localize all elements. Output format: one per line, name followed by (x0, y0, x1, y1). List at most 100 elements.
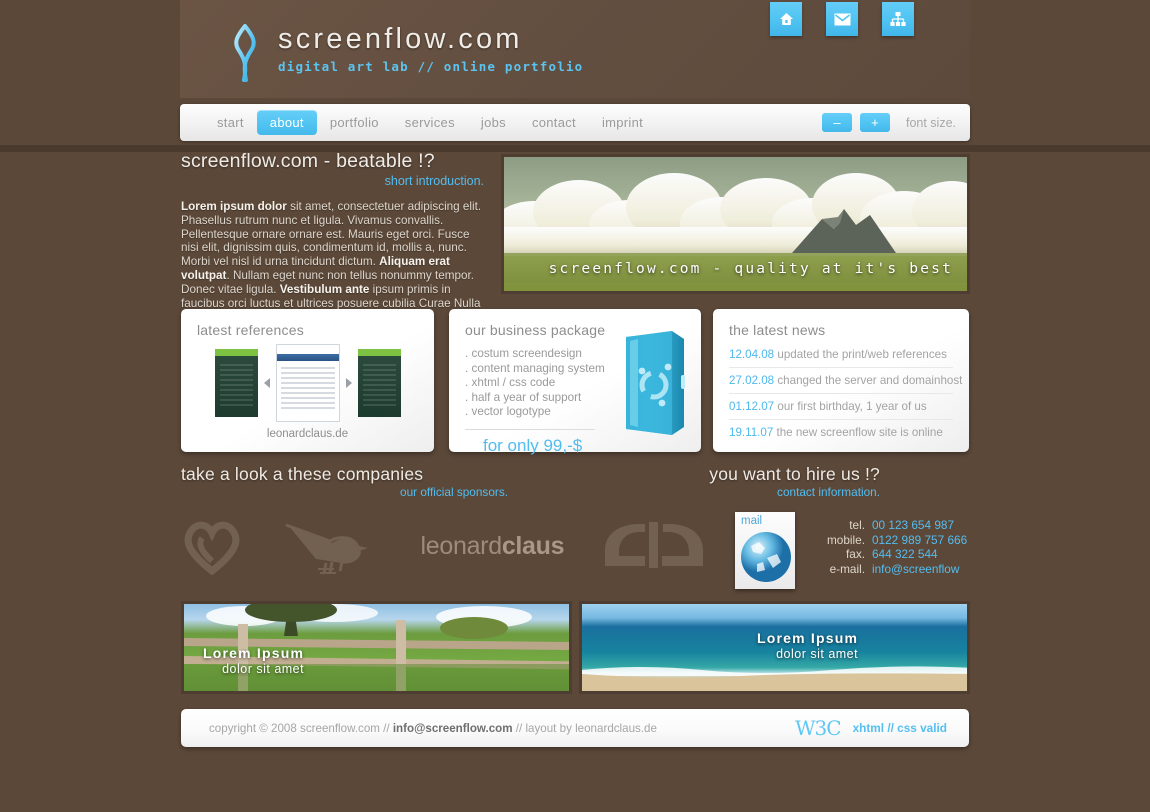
footer-email-link[interactable]: info@screenflow.com (393, 722, 513, 735)
site-logo[interactable]: screenflow.com digital art lab // online… (228, 22, 583, 82)
leonardclaus-logo[interactable]: leonardclaus (421, 532, 565, 561)
latest-news-panel: the latest news 12.04.08 updated the pri… (713, 309, 969, 452)
fence-field-photo[interactable]: Lorem Ipsum dolor sit amet (181, 601, 572, 694)
intro-bold-1: Lorem ipsum dolor (181, 200, 287, 213)
hero-caption: screenflow.com - quality at it's best (548, 261, 953, 277)
news-text: updated the print/web references (777, 348, 947, 361)
sponsor-logo-row: leonardclaus (181, 505, 711, 587)
software-box-icon (626, 331, 685, 435)
news-text: our first birthday, 1 year of us (777, 400, 927, 413)
footer-validation: W3C xhtml // css valid (795, 716, 969, 740)
logo-bold-part: claus (501, 531, 565, 560)
nav-item-portfolio[interactable]: portfolio (317, 110, 392, 135)
w3c-logo[interactable]: W3C (795, 716, 842, 740)
ribbon-icon (234, 24, 256, 82)
carousel-next-arrow-icon[interactable] (345, 378, 352, 388)
sponsors-title: take a look a these companies (181, 464, 424, 484)
header-divider (0, 145, 1150, 152)
logo-title: screenflow.com (278, 23, 523, 55)
news-item[interactable]: 12.04.08 updated the print/web reference… (729, 342, 953, 368)
contact-key: e-mail. (829, 561, 865, 576)
mail-card[interactable]: mail (735, 512, 795, 589)
reference-thumbnail[interactable] (214, 349, 258, 417)
reference-caption: leonardclaus.de (266, 428, 349, 440)
font-size-decrease-button[interactable]: – (821, 113, 852, 132)
news-item[interactable]: 27.02.08 changed the server and domainho… (729, 368, 962, 394)
nav-item-start[interactable]: start (204, 110, 257, 135)
contact-value: 00 123 654 987 (872, 518, 955, 532)
home-icon (779, 13, 793, 25)
photo-caption: Lorem Ipsum dolor sit amet (203, 645, 304, 676)
photo-title: Lorem Ipsum (757, 630, 859, 646)
page-footer: copyright © 2008 screenflow.com // info@… (181, 709, 969, 747)
validation-label[interactable]: xhtml // css valid (853, 721, 947, 735)
contact-key: tel. (849, 518, 865, 532)
news-date: 27.02.08 (729, 374, 775, 387)
news-title: the latest news (729, 322, 826, 338)
contact-email-link[interactable]: info@screenflow (872, 562, 975, 577)
news-date: 19.11.07 (729, 426, 774, 439)
intro-section: screenflow.com - beatable !? short intro… (181, 150, 486, 324)
sitemap-icon (890, 11, 906, 26)
contact-subtitle: contact information. (777, 485, 880, 499)
news-date: 01.12.07 (729, 400, 775, 413)
divider (465, 428, 595, 430)
contact-row: e-mail. info@screenflow (820, 562, 975, 577)
globe-icon (741, 532, 791, 582)
contact-heading: you want to hire us !? contact informati… (640, 464, 880, 499)
intro-bold-3: Vestibulum ante (279, 282, 370, 296)
home-icon-button[interactable] (770, 2, 802, 36)
mail-icon (834, 13, 850, 25)
contact-value: 0122 989 757 666 (872, 532, 968, 547)
header-icon-group (770, 2, 914, 36)
news-item[interactable]: 19.11.07 the new screenflow site is onli… (729, 420, 953, 445)
contact-row: tel. 00 123 654 987 (820, 518, 975, 533)
bird-logo-icon[interactable] (282, 517, 382, 575)
business-package-panel: our business package . costum screendesi… (449, 309, 701, 455)
references-title: latest references (197, 322, 304, 338)
deviantart-logo-icon[interactable] (603, 522, 711, 570)
photo-caption: Lorem Ipsum dolor sit amet (757, 630, 858, 661)
contact-value: 644 322 544 (872, 547, 938, 561)
nav-item-jobs[interactable]: jobs (468, 110, 519, 135)
contact-title: you want to hire us !? (709, 464, 880, 484)
sponsors-heading: take a look a these companies our offici… (181, 464, 508, 499)
contact-row: fax. 644 322 544 (820, 547, 975, 562)
nav-item-imprint[interactable]: imprint (589, 110, 656, 135)
photo-subtitle: dolor sit amet (776, 647, 859, 661)
reference-thumbnail-active[interactable] (275, 344, 340, 422)
contact-details: tel. 00 123 654 987 mobile. 0122 989 757… (820, 518, 975, 576)
sitemap-icon-button[interactable] (882, 2, 914, 36)
news-item[interactable]: 01.12.07 our first birthday, 1 year of u… (729, 394, 953, 420)
photo-title: Lorem Ipsum (203, 645, 305, 661)
logo-light-part: leonard (420, 531, 503, 560)
nav-item-about[interactable]: about (256, 110, 317, 135)
carousel-prev-arrow-icon[interactable] (263, 378, 270, 388)
logo-subtitle: digital art lab // online portfolio (278, 59, 584, 74)
news-text: the new screenflow site is online (776, 426, 943, 439)
font-size-increase-button[interactable]: + (859, 113, 890, 132)
nav-item-services[interactable]: services (392, 110, 468, 135)
sponsors-subtitle: our official sponsors. (400, 485, 508, 499)
main-navigation: start about portfolio services jobs cont… (180, 104, 970, 141)
intro-body: Lorem ipsum dolor sit amet, consectetuer… (181, 200, 486, 324)
hero-image: screenflow.com - quality at it's best (501, 154, 970, 294)
mail-icon-button[interactable] (826, 2, 858, 36)
contact-key: fax. (845, 547, 865, 561)
heart-logo-icon[interactable] (181, 517, 243, 575)
news-text: changed the server and domainhost (777, 374, 963, 387)
beach-ocean-photo[interactable]: Lorem Ipsum dolor sit amet (579, 601, 970, 694)
contact-row: mobile. 0122 989 757 666 (820, 533, 975, 548)
footer-layout-credit: // layout by leonardclaus.de (512, 721, 657, 735)
latest-references-panel: latest references leonardclaus.de (181, 309, 434, 452)
intro-subtitle: short introduction. (384, 174, 484, 188)
contact-key: mobile. (826, 532, 865, 547)
mail-card-label: mail (741, 515, 763, 527)
footer-text: copyright © 2008 screenflow.com // info@… (181, 722, 657, 735)
references-carousel (197, 344, 418, 422)
reference-thumbnail[interactable] (357, 349, 401, 417)
page-title: screenflow.com - beatable !? (181, 150, 435, 172)
photo-subtitle: dolor sit amet (222, 662, 305, 676)
nav-item-contact[interactable]: contact (519, 110, 589, 135)
font-size-label: font size. (905, 115, 956, 130)
